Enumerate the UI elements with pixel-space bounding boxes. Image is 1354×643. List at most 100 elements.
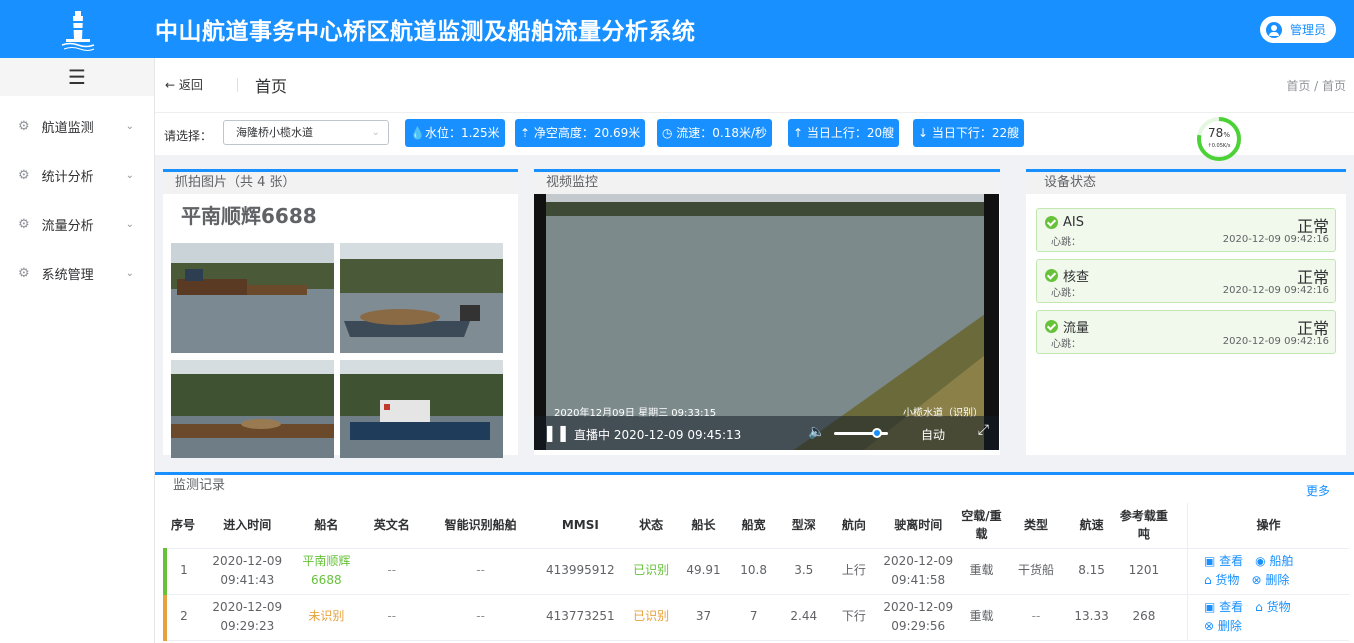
sidebar-item-channel-monitor[interactable]: ⚙ 航道监测 ⌄: [0, 102, 154, 151]
sidebar-item-label: 流量分析: [41, 219, 94, 234]
sidebar-item-statistics[interactable]: ⚙ 统计分析 ⌄: [0, 151, 154, 200]
page-header: ← 返回 首页 首页 / 首页: [155, 58, 1354, 112]
arrow-up-icon: ↑: [793, 126, 807, 140]
chevron-down-icon: ⌄: [371, 127, 380, 138]
flow-speed-tag: ◷ 流速：0.18米/秒: [657, 119, 773, 147]
device-panel-title: 设备状态: [1026, 172, 1346, 194]
image-icon: ▣: [1203, 599, 1220, 614]
video-controls: ❚❚ 直播中 2020-12-09 09:45:13 🔈 自动 ⤢: [534, 416, 999, 450]
user-icon: [1265, 21, 1282, 38]
ship-name-link[interactable]: 未识别: [293, 594, 360, 641]
network-gauge: 78% ↑0.05K/s: [1195, 115, 1243, 163]
gear-icon: ⚙: [18, 266, 30, 281]
filter-bar: 请选择： 海隆桥小榄水道 ⌄ 💧水位：1.25米 ⇡ 净空高度：20.69米 ◷…: [155, 112, 1354, 161]
chevron-down-icon: ⌄: [125, 219, 134, 230]
view-button[interactable]: ▣ 查看: [1204, 552, 1243, 571]
capture-photo-4[interactable]: [340, 360, 503, 470]
quality-mode[interactable]: 自动: [921, 426, 945, 443]
video-player[interactable]: 2020年12月09日 星期三 09:33:15 小榄水道（识别） ❚❚ 直播中…: [534, 194, 999, 450]
sidebar: ☰ ⚙ 航道监测 ⌄ ⚙ 统计分析 ⌄ ⚙ 流量分析 ⌄ ⚙ 系统管理 ⌄: [0, 58, 155, 643]
user-name: 管理员: [1289, 23, 1326, 37]
records-table: 序号 进入时间 船名 英文名 智能识别船舶 MMSI 状态 船长 船宽 型深 航…: [163, 503, 1349, 641]
sidebar-item-label: 统计分析: [41, 170, 94, 185]
sidebar-item-system[interactable]: ⚙ 系统管理 ⌄: [0, 249, 154, 298]
menu-toggle-icon[interactable]: ☰: [0, 58, 154, 96]
check-circle-icon: [1045, 216, 1058, 229]
image-icon: ▣: [1203, 553, 1220, 568]
pause-icon[interactable]: ❚❚: [543, 423, 570, 442]
box-icon: ⌂: [1203, 573, 1216, 587]
select-label: 请选择：: [164, 129, 213, 143]
back-button[interactable]: ← 返回: [165, 76, 203, 93]
arrow-up-icon: ⇡: [520, 126, 534, 140]
device-card-flow: 流量 心跳： 正常 2020-12-09 09:42:16: [1036, 310, 1336, 354]
page-title: 首页: [255, 77, 288, 96]
device-card-verify: 核查 心跳： 正常 2020-12-09 09:42:16: [1036, 259, 1336, 303]
capture-panel: 抓拍图片（共 4 张） 平南顺辉6688: [163, 169, 518, 458]
row-actions: ▣ 查看 ◉ 船舶 ⌂ 货物 ⊗ 删除: [1186, 548, 1349, 595]
sidebar-item-label: 航道监测: [41, 121, 94, 136]
device-card-ais: AIS 心跳： 正常 2020-12-09 09:42:16: [1036, 208, 1336, 252]
volume-handle[interactable]: [872, 428, 882, 438]
channel-select-value: 海隆桥小榄水道: [236, 126, 313, 139]
table-row[interactable]: 2 2020-12-09 09:29:23 未识别 -- -- 41377325…: [163, 594, 1349, 641]
clock-icon: ◷: [662, 126, 677, 140]
captured-ship-name: 平南顺辉6688: [181, 204, 317, 228]
table-row[interactable]: 1 2020-12-09 09:41:43 平南顺辉6688 -- -- 413…: [163, 548, 1349, 595]
records-title: 监测记录: [155, 475, 1354, 497]
delete-button[interactable]: ⊗ 删除: [1204, 617, 1242, 636]
app-header: 中山航道事务中心桥区航道监测及船舶流量分析系统 管理员: [0, 0, 1354, 58]
box-icon: ⌂: [1255, 599, 1267, 614]
ship-name-link[interactable]: 平南顺辉6688: [293, 548, 360, 595]
check-circle-icon: [1045, 269, 1058, 282]
close-circle-icon: ⊗: [1203, 619, 1218, 633]
water-level-tag: 💧水位：1.25米: [405, 119, 505, 147]
capture-photo-3[interactable]: [171, 360, 334, 470]
arrow-down-icon: ↓: [918, 126, 932, 140]
capture-photo-2[interactable]: [340, 243, 503, 353]
chevron-down-icon: ⌄: [125, 121, 134, 132]
table-header: 序号 进入时间 船名 英文名 智能识别船舶 MMSI 状态 船长 船宽 型深 航…: [165, 503, 1349, 549]
svg-text:↑0.05K/s: ↑0.05K/s: [1208, 143, 1231, 149]
view-button[interactable]: ▣ 查看: [1204, 598, 1243, 617]
row-actions: ▣ 查看 ⌂ 货物 ⊗ 删除: [1186, 594, 1349, 641]
video-panel-title: 视频监控: [534, 172, 1000, 194]
fullscreen-icon[interactable]: ⤢: [978, 422, 989, 438]
check-circle-icon: [1045, 320, 1058, 333]
records-panel: 监测记录 更多 序号 进入时间 船名 英文名 智能识别船舶 MMSI 状态 船长: [155, 472, 1354, 643]
close-circle-icon: ⊗: [1251, 573, 1266, 587]
chevron-down-icon: ⌄: [125, 170, 134, 181]
cargo-button[interactable]: ⌂ 货物: [1204, 571, 1239, 590]
divider: [237, 78, 238, 92]
cargo-button[interactable]: ⌂ 货物: [1255, 598, 1290, 617]
capture-photo-1[interactable]: [171, 243, 334, 353]
more-link[interactable]: 更多: [1306, 482, 1330, 499]
chevron-down-icon: ⌄: [125, 268, 134, 279]
lighthouse-logo: [0, 0, 155, 58]
eye-icon: ◉: [1255, 553, 1270, 568]
gear-icon: ⚙: [18, 217, 30, 232]
live-status: 直播中 2020-12-09 09:45:13: [574, 428, 742, 442]
device-panel: 设备状态 AIS 心跳： 正常 2020-12-09 09:42:16 核查 心…: [1026, 169, 1346, 455]
delete-button[interactable]: ⊗ 删除: [1251, 571, 1289, 590]
sidebar-item-flow[interactable]: ⚙ 流量分析 ⌄: [0, 200, 154, 249]
status-badge: 已识别: [623, 594, 679, 641]
app-title: 中山航道事务中心桥区航道监测及船舶流量分析系统: [155, 19, 696, 45]
main-content: ← 返回 首页 首页 / 首页 请选择： 海隆桥小榄水道 ⌄ 💧水位：1.25米…: [155, 58, 1354, 643]
ship-button[interactable]: ◉ 船舶: [1255, 552, 1293, 571]
downstream-count-tag: ↓ 当日下行：22艘: [913, 119, 1025, 147]
video-panel: 视频监控 2020年12月09日 星期三 09:33:15 小榄水道（识别） ❚…: [534, 169, 1000, 455]
water-drop-icon: 💧: [410, 126, 425, 140]
breadcrumb: 首页 / 首页: [1286, 79, 1346, 93]
upstream-count-tag: ↑ 当日上行：20艘: [788, 119, 900, 147]
capture-panel-title: 抓拍图片（共 4 张）: [163, 172, 518, 194]
volume-icon[interactable]: 🔈: [808, 424, 825, 440]
channel-select[interactable]: 海隆桥小榄水道 ⌄: [223, 120, 389, 145]
gear-icon: ⚙: [18, 119, 30, 134]
svg-text:78%: 78%: [1208, 126, 1230, 140]
clearance-tag: ⇡ 净空高度：20.69米: [515, 119, 646, 147]
user-menu-button[interactable]: 管理员: [1259, 16, 1336, 43]
sidebar-item-label: 系统管理: [41, 268, 94, 283]
gear-icon: ⚙: [18, 168, 30, 183]
status-badge: 已识别: [623, 548, 679, 595]
